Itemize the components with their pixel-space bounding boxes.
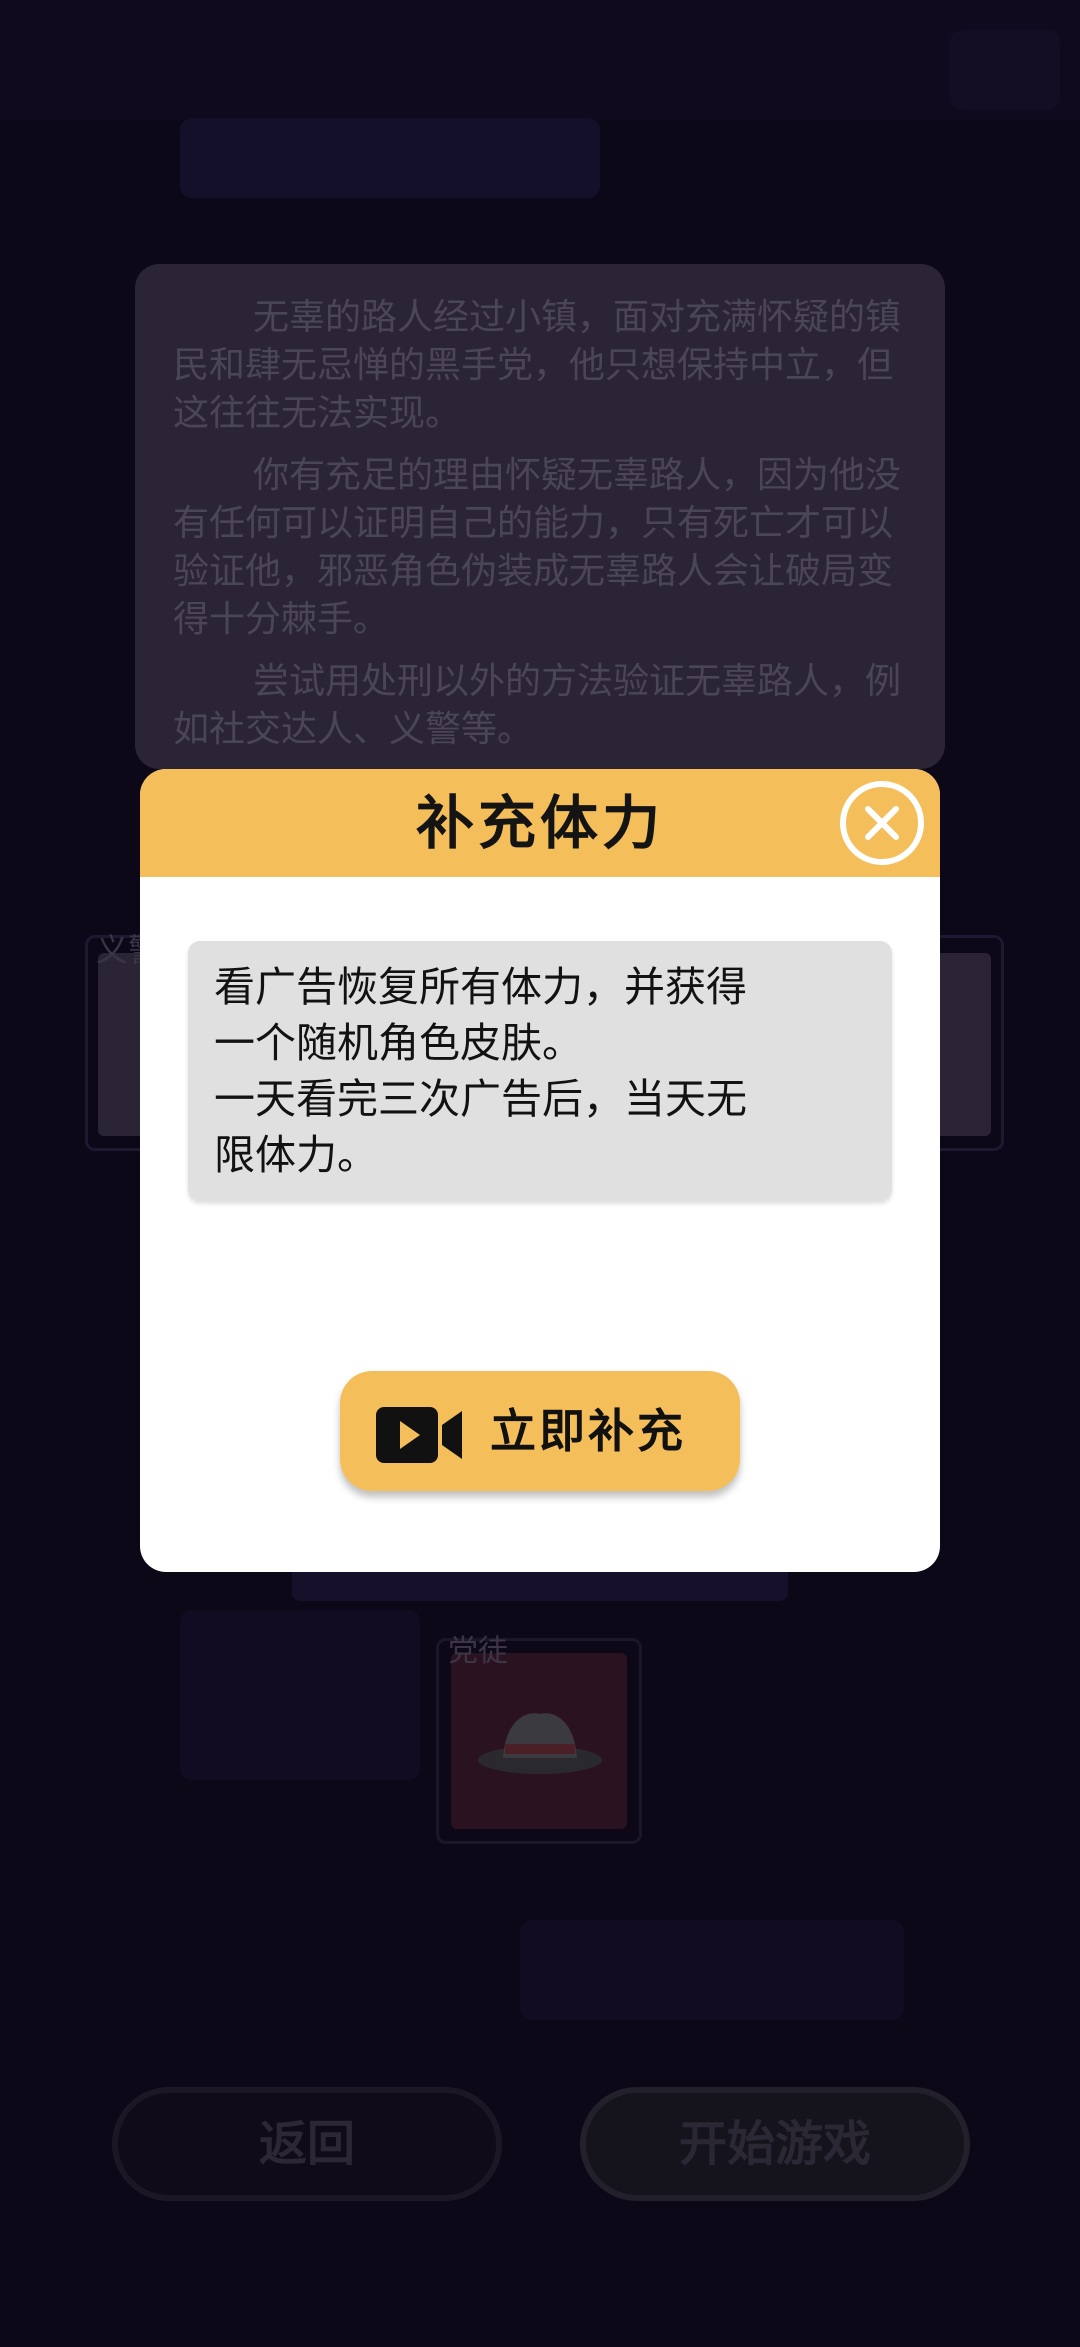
refill-stamina-dialog: 补充体力 看广告恢复所有体力，并获得 一个随机角色皮肤。 一天看完三次广告后，当… [140, 769, 940, 1572]
close-button[interactable] [840, 781, 924, 865]
message-line: 看广告恢复所有体力，并获得 [214, 963, 747, 1011]
refill-now-button[interactable]: 立即补充 [340, 1371, 740, 1491]
dialog-title: 补充体力 [415, 789, 664, 857]
message-line: 一个随机角色皮肤。 [214, 1019, 583, 1067]
video-camera-icon [376, 1407, 462, 1463]
message-line: 一天看完三次广告后，当天无 [214, 1075, 747, 1123]
dialog-message: 看广告恢复所有体力，并获得 一个随机角色皮肤。 一天看完三次广告后，当天无 限体… [188, 941, 892, 1201]
message-line: 限体力。 [214, 1131, 378, 1179]
close-icon [865, 806, 899, 840]
refill-now-label: 立即补充 [490, 1404, 686, 1458]
